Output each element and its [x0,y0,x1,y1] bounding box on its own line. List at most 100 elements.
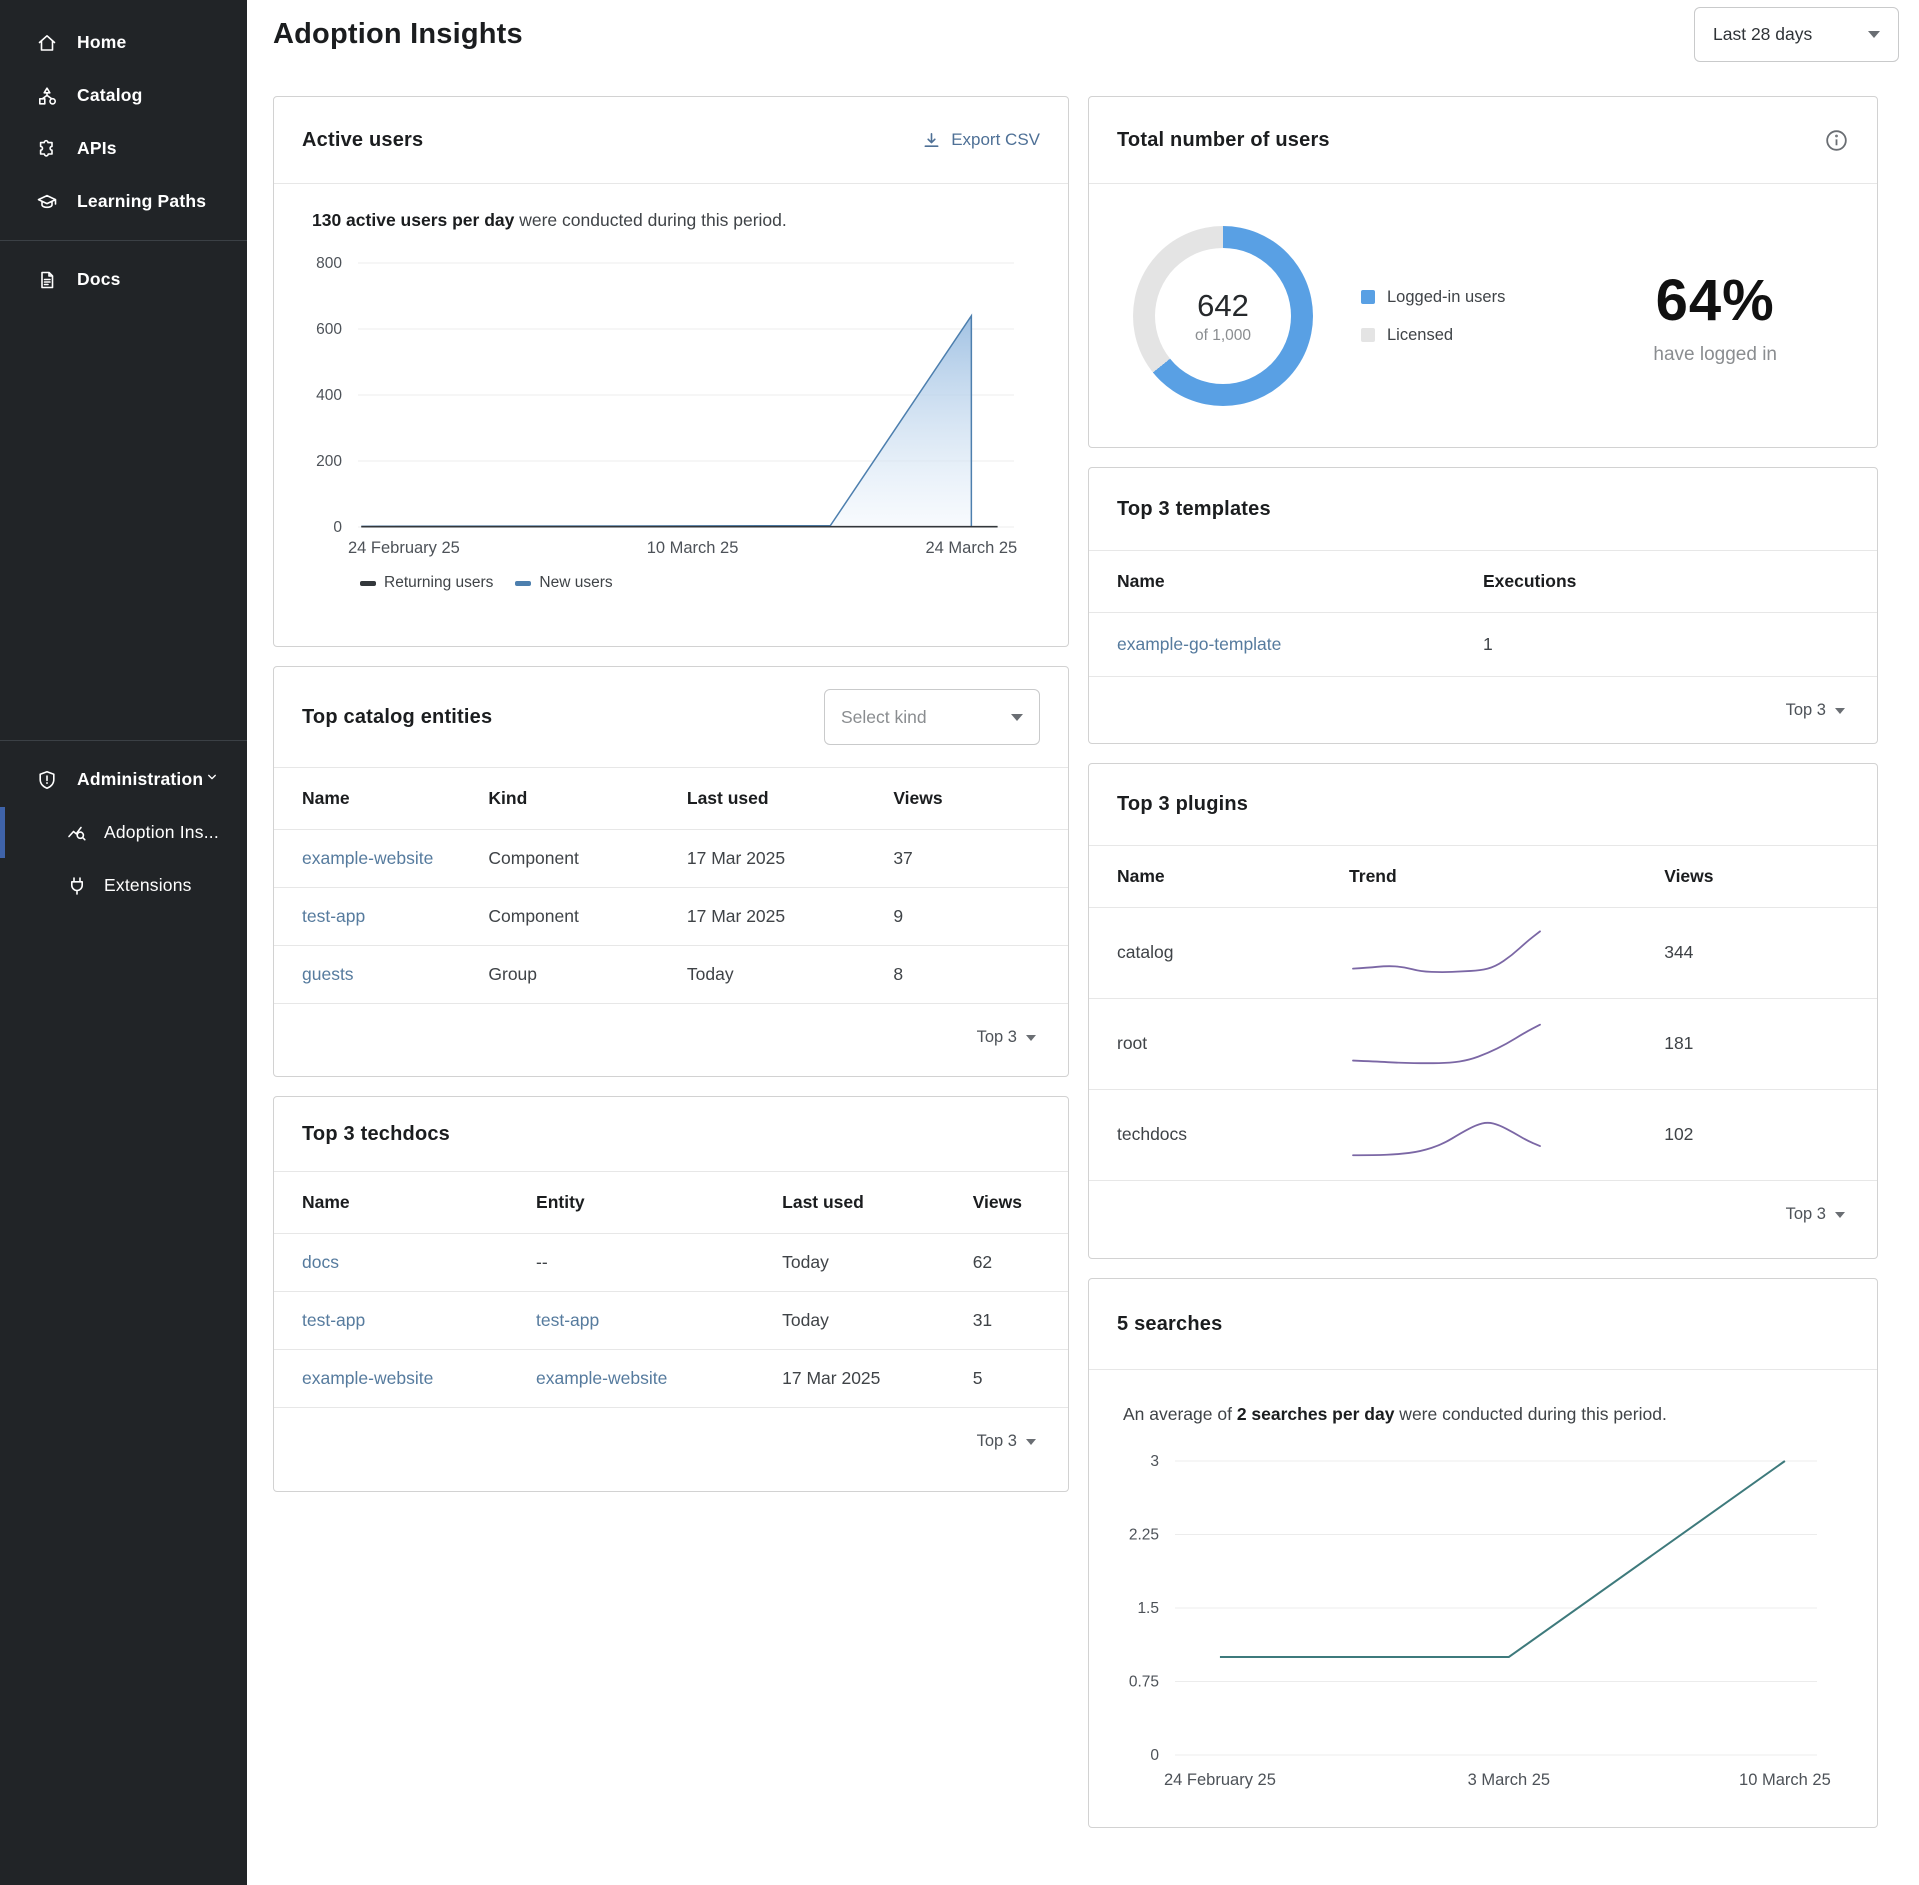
top-catalog-entities-card: Top catalog entities Select kind NameKin… [273,666,1069,1077]
cell: Component [488,887,687,945]
svg-text:600: 600 [316,321,342,338]
cell: example-website [536,1349,782,1407]
cell: -- [536,1233,782,1291]
sidebar-item-docs[interactable]: Docs [0,253,247,306]
caret-down-icon [1026,1439,1036,1445]
caret-down-icon [1835,1212,1845,1218]
card-title: Top 3 plugins [1117,793,1248,816]
cell: 344 [1664,907,1877,998]
templates-table: NameExecutionsexample-go-template1 [1089,551,1877,677]
column-header: Name [274,768,488,829]
svg-text:800: 800 [316,255,342,272]
plugins-table: NameTrendViewscatalog344root181techdocs1… [1089,846,1877,1181]
date-range-value: Last 28 days [1713,24,1812,45]
table-row: example-websiteexample-website17 Mar 202… [274,1349,1068,1407]
entity-link[interactable]: guests [302,964,354,984]
sidebar-item-extensions[interactable]: Extensions [0,859,247,912]
card-title: Active users [302,129,423,152]
legend-item-returning: Returning users [360,574,493,592]
entity-link[interactable]: test-app [302,1310,365,1330]
cell: 9 [893,887,1068,945]
techdocs-table: NameEntityLast usedViewsdocs--Today62tes… [274,1172,1068,1408]
donut-legend: Logged-in users Licensed [1361,288,1505,345]
searches-card: 5 searches An average of 2 searches per … [1088,1278,1878,1828]
active-users-chart: 800600400200024 February 2510 March 2524… [302,231,1040,572]
plug-icon [66,875,88,897]
chevron-down-icon[interactable] [203,768,221,791]
logged-in-summary: 64% have logged in [1653,267,1777,366]
top3-dropdown[interactable]: Top 3 [1089,677,1877,745]
shield-icon [36,769,58,791]
cell: 8 [893,945,1068,1003]
top3-dropdown[interactable]: Top 3 [274,1004,1068,1072]
sidebar-item-home[interactable]: Home [0,16,247,69]
caret-down-icon [1835,708,1845,714]
sidebar-item-apis[interactable]: APIs [0,122,247,175]
date-range-select[interactable]: Last 28 days [1694,7,1899,62]
svg-text:2.25: 2.25 [1129,1527,1159,1544]
cell: 37 [893,829,1068,887]
apis-icon [36,138,58,160]
top3-dropdown[interactable]: Top 3 [1089,1181,1877,1249]
entity-link[interactable]: example-website [302,1368,433,1388]
cell [1349,1089,1664,1180]
cell: example-website [274,1349,536,1407]
catalog-entities-table: NameKindLast usedViewsexample-websiteCom… [274,768,1068,1004]
card-title: 5 searches [1117,1313,1222,1336]
sidebar-divider [0,740,247,741]
cell: test-app [274,1291,536,1349]
entity-link[interactable]: test-app [302,906,365,926]
cell: test-app [274,887,488,945]
card-title: Total number of users [1117,129,1330,152]
kind-select[interactable]: Select kind [824,689,1040,745]
entity-link[interactable]: example-website [302,848,433,868]
active-users-subtitle: 130 active users per day were conducted … [302,184,1040,231]
sidebar-item-label: Learning Paths [77,191,206,212]
active-users-card: Active users Export CSV 130 active users… [273,96,1069,647]
sidebar-item-catalog[interactable]: Catalog [0,69,247,122]
sidebar-item-label: Adoption Ins... [104,822,219,843]
sidebar-item-administration[interactable]: Administration [0,753,247,806]
entity-link[interactable]: example-go-template [1117,634,1281,654]
table-row: techdocs102 [1089,1089,1877,1180]
total-users-card: Total number of users 642 of 1,000 [1088,96,1878,448]
entity-link[interactable]: test-app [536,1310,599,1330]
export-csv-button[interactable]: Export CSV [922,130,1040,150]
cell [1349,907,1664,998]
legend-swatch [1361,328,1375,342]
sidebar-item-adoption-insights[interactable]: Adoption Ins... [0,806,247,859]
active-indicator [0,807,5,858]
svg-text:0: 0 [333,519,342,536]
column-header: Views [973,1172,1068,1233]
home-icon [36,32,58,54]
column-header: Last used [687,768,893,829]
logged-in-donut-chart: 642 of 1,000 [1133,226,1313,406]
cell: 17 Mar 2025 [687,887,893,945]
table-row: root181 [1089,998,1877,1089]
info-icon[interactable] [1824,128,1849,153]
active-users-legend: Returning users New users [302,574,1040,592]
sidebar-item-label: APIs [77,138,117,159]
cell: root [1089,998,1349,1089]
sidebar-item-label: Extensions [104,875,192,896]
caret-down-icon [1011,714,1023,721]
cell: Group [488,945,687,1003]
cell: guests [274,945,488,1003]
trend-sparkline [1349,923,1544,983]
sidebar-item-learning-paths[interactable]: Learning Paths [0,175,247,228]
top-techdocs-card: Top 3 techdocs NameEntityLast usedViewsd… [273,1096,1069,1492]
svg-text:3 March 25: 3 March 25 [1468,1771,1551,1789]
cell: Today [782,1291,973,1349]
caret-down-icon [1026,1035,1036,1041]
cell: 1 [1483,612,1877,676]
svg-text:0: 0 [1150,1747,1159,1764]
sidebar-item-label: Administration [77,769,203,790]
top-templates-card: Top 3 templates NameExecutionsexample-go… [1088,467,1878,744]
graduation-cap-icon [36,191,58,213]
legend-swatch [360,581,376,586]
column-header: Trend [1349,846,1664,907]
table-row: test-app Component17 Mar 20259 [274,887,1068,945]
entity-link[interactable]: example-website [536,1368,667,1388]
entity-link[interactable]: docs [302,1252,339,1272]
top3-dropdown[interactable]: Top 3 [274,1408,1068,1476]
